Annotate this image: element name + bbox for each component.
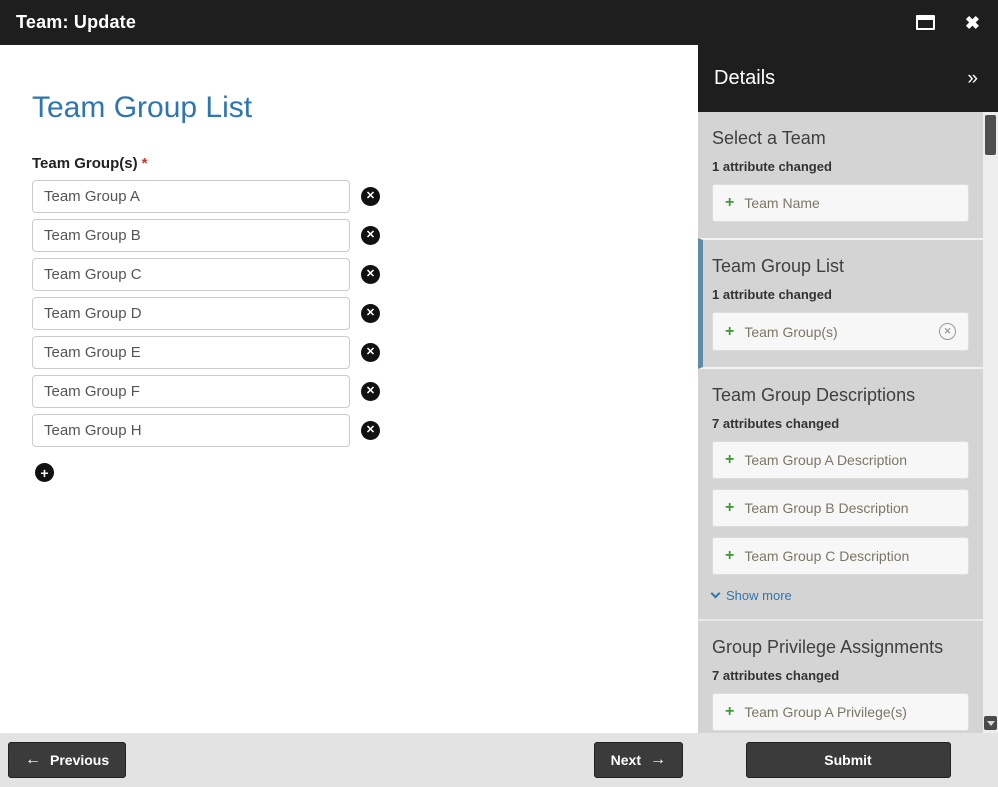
plus-icon: + — [725, 500, 734, 516]
down-triangle-icon — [987, 721, 995, 726]
details-panel: Details » Select a Team 1 attribute chan… — [698, 45, 998, 733]
footer-nav: ← Previous Next → — [0, 742, 698, 778]
remove-item-icon[interactable]: ✕ — [361, 343, 380, 362]
details-section-select-a-team: Select a Team 1 attribute changed + Team… — [698, 112, 983, 238]
page-title: Team Group List — [32, 91, 698, 125]
app-window: Team: Update ✖ Team Group List Team Grou… — [0, 0, 998, 787]
field-label-text: Team Group(s) — [32, 155, 138, 172]
group-input[interactable] — [32, 180, 350, 213]
attribute-label: Team Group B Description — [744, 500, 956, 516]
details-section-team-group-descriptions: Team Group Descriptions 7 attributes cha… — [698, 369, 983, 619]
details-section-group-privilege-assignments: Group Privilege Assignments 7 attributes… — [698, 619, 983, 733]
group-input[interactable] — [32, 336, 350, 369]
window-title: Team: Update — [16, 12, 136, 33]
section-title: Select a Team — [712, 128, 969, 149]
section-status: 7 attributes changed — [712, 668, 969, 683]
remove-item-icon[interactable]: ✕ — [361, 265, 380, 284]
remove-item-icon[interactable]: ✕ — [361, 382, 380, 401]
close-icon[interactable]: ✖ — [965, 14, 980, 32]
group-row: ✕ — [32, 180, 698, 213]
plus-icon: + — [725, 452, 734, 468]
group-input[interactable] — [32, 297, 350, 330]
attribute-label: Team Group A Description — [744, 452, 956, 468]
remove-item-icon[interactable]: ✕ — [361, 187, 380, 206]
maximize-icon[interactable] — [916, 15, 935, 30]
group-input[interactable] — [32, 375, 350, 408]
attribute-label: Team Group C Description — [744, 548, 956, 564]
attribute-card[interactable]: + Team Group C Description — [712, 537, 969, 575]
footer-bar: ← Previous Next → Submit — [0, 733, 998, 787]
previous-button-label: Previous — [50, 752, 109, 768]
attribute-card[interactable]: + Team Group A Description — [712, 441, 969, 479]
details-header: Details » — [698, 45, 998, 112]
body: Team Group List Team Group(s)* ✕ ✕ ✕ ✕ — [0, 45, 998, 733]
attribute-card[interactable]: + Team Group B Description — [712, 489, 969, 527]
required-marker: * — [142, 155, 148, 172]
attribute-label: Team Group(s) — [744, 324, 939, 340]
details-body: Select a Team 1 attribute changed + Team… — [698, 112, 998, 733]
plus-icon: + — [725, 324, 734, 340]
attribute-label: Team Group A Privilege(s) — [744, 704, 956, 720]
dismiss-attribute-icon[interactable]: ✕ — [939, 323, 956, 340]
group-input[interactable] — [32, 219, 350, 252]
section-status: 1 attribute changed — [712, 159, 969, 174]
next-button-label: Next — [611, 752, 641, 768]
plus-icon: + — [725, 548, 734, 564]
scrollbar[interactable] — [983, 112, 998, 733]
titlebar: Team: Update ✖ — [0, 0, 998, 45]
submit-button[interactable]: Submit — [746, 742, 951, 778]
group-input[interactable] — [32, 414, 350, 447]
group-row: ✕ — [32, 219, 698, 252]
show-more-link[interactable]: Show more — [712, 588, 969, 603]
section-title: Team Group List — [712, 256, 969, 277]
remove-item-icon[interactable]: ✕ — [361, 304, 380, 323]
plus-icon: + — [725, 704, 734, 720]
section-status: 1 attribute changed — [712, 287, 969, 302]
section-title: Group Privilege Assignments — [712, 637, 969, 658]
group-input[interactable] — [32, 258, 350, 291]
collapse-panel-icon[interactable]: » — [967, 68, 978, 90]
attribute-card[interactable]: + Team Group A Privilege(s) — [712, 693, 969, 731]
section-status: 7 attributes changed — [712, 416, 969, 431]
remove-item-icon[interactable]: ✕ — [361, 421, 380, 440]
arrow-right-icon: → — [650, 752, 666, 768]
chevron-down-icon — [711, 589, 721, 599]
next-button[interactable]: Next → — [594, 742, 683, 778]
group-row: ✕ — [32, 297, 698, 330]
field-label: Team Group(s)* — [32, 155, 698, 172]
window-controls: ✖ — [916, 14, 980, 32]
plus-icon: + — [725, 195, 734, 211]
submit-button-label: Submit — [824, 752, 871, 768]
footer-submit-area: Submit — [698, 742, 998, 778]
details-title: Details — [714, 67, 775, 90]
add-item-icon[interactable]: + — [35, 463, 54, 482]
details-section-team-group-list: Team Group List 1 attribute changed + Te… — [698, 238, 983, 369]
scrollbar-thumb[interactable] — [985, 115, 996, 155]
group-row: ✕ — [32, 258, 698, 291]
main-content: Team Group List Team Group(s)* ✕ ✕ ✕ ✕ — [0, 45, 698, 733]
scroll-down-icon[interactable] — [984, 716, 997, 730]
group-row: ✕ — [32, 414, 698, 447]
attribute-card[interactable]: + Team Name — [712, 184, 969, 222]
previous-button[interactable]: ← Previous — [8, 742, 126, 778]
attribute-label: Team Name — [744, 195, 956, 211]
arrow-left-icon: ← — [25, 752, 41, 768]
details-sections: Select a Team 1 attribute changed + Team… — [698, 112, 983, 733]
section-title: Team Group Descriptions — [712, 385, 969, 406]
group-row: ✕ — [32, 375, 698, 408]
remove-item-icon[interactable]: ✕ — [361, 226, 380, 245]
show-more-label: Show more — [726, 588, 792, 603]
attribute-card[interactable]: + Team Group(s) ✕ — [712, 312, 969, 351]
group-row: ✕ — [32, 336, 698, 369]
